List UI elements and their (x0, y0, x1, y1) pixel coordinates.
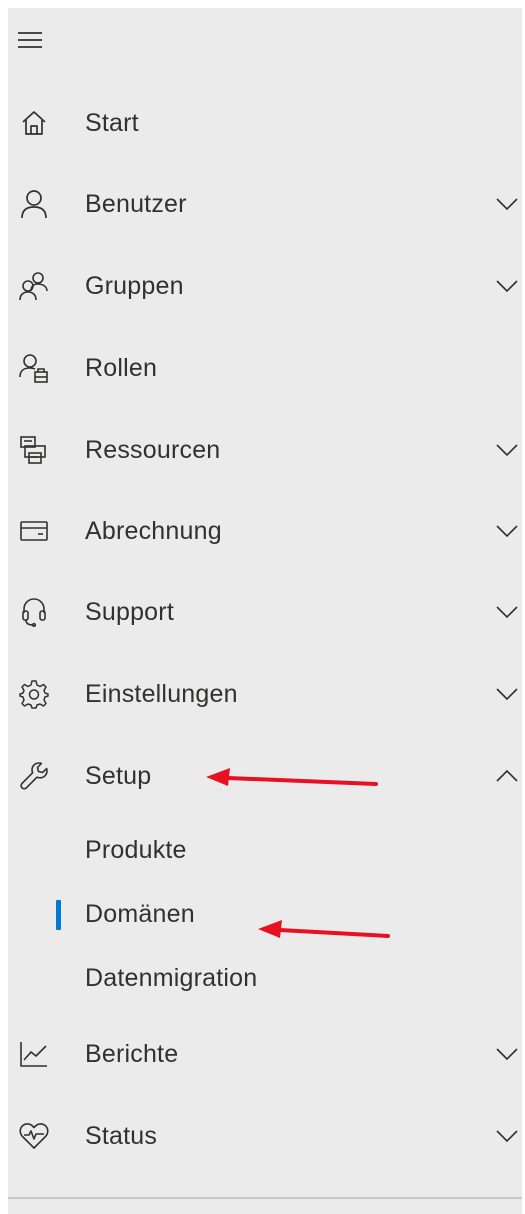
nav-item-label: Abrechnung (85, 516, 222, 545)
nav-item-label: Berichte (85, 1039, 179, 1068)
chevron-up-icon[interactable] (494, 763, 520, 789)
navigation-pane: Start Benutzer Gruppen Rollen Ressourcen… (8, 8, 522, 1214)
people-group-icon (18, 270, 50, 302)
chevron-down-icon[interactable] (494, 437, 520, 463)
chevron-down-icon[interactable] (494, 1041, 520, 1067)
subnav-item-label: Datenmigration (85, 964, 258, 992)
nav-item-ressourcen[interactable]: Ressourcen (8, 417, 522, 483)
nav-item-label: Status (85, 1121, 158, 1150)
nav-item-einstellungen[interactable]: Einstellungen (8, 661, 522, 727)
nav-item-berichte[interactable]: Berichte (8, 1021, 522, 1087)
chevron-down-icon[interactable] (494, 1123, 520, 1149)
chevron-down-icon[interactable] (494, 518, 520, 544)
nav-item-label: Einstellungen (85, 679, 238, 708)
hamburger-menu-button[interactable] (10, 22, 50, 58)
nav-item-label: Benutzer (85, 189, 187, 218)
nav-item-status[interactable]: Status (8, 1103, 522, 1169)
line-chart-icon (18, 1038, 50, 1070)
nav-item-label: Gruppen (85, 271, 184, 300)
selected-indicator (56, 900, 61, 930)
wrench-icon (18, 760, 50, 792)
subnav-item-label: Domänen (85, 900, 195, 928)
person-icon (18, 188, 50, 220)
chevron-down-icon[interactable] (494, 681, 520, 707)
subnav-item-label: Produkte (85, 836, 187, 864)
bottom-divider (8, 1197, 522, 1199)
annotation-arrow-setup (206, 768, 378, 786)
headset-icon (18, 596, 50, 628)
printer-resources-icon (18, 434, 50, 466)
annotation-arrow-domaenen (258, 920, 390, 938)
nav-item-abrechnung[interactable]: Abrechnung (8, 498, 522, 564)
home-icon (18, 107, 50, 139)
nav-item-rollen[interactable]: Rollen (8, 335, 522, 401)
nav-item-benutzer[interactable]: Benutzer (8, 171, 522, 237)
nav-item-label: Ressourcen (85, 435, 221, 464)
nav-item-label: Start (85, 108, 139, 137)
nav-item-support[interactable]: Support (8, 579, 522, 645)
subnav-item-datenmigration[interactable]: Datenmigration (8, 950, 522, 1010)
chevron-down-icon[interactable] (494, 191, 520, 217)
chevron-down-icon[interactable] (494, 273, 520, 299)
subnav-item-produkte[interactable]: Produkte (8, 822, 522, 882)
nav-item-label: Setup (85, 761, 152, 790)
gear-icon (18, 678, 50, 710)
nav-item-start[interactable]: Start (8, 90, 522, 156)
chevron-down-icon[interactable] (494, 599, 520, 625)
hamburger-menu-icon (17, 30, 43, 50)
nav-item-label: Rollen (85, 353, 158, 382)
person-role-icon (18, 352, 50, 384)
heart-pulse-icon (18, 1120, 50, 1152)
nav-item-label: Support (85, 597, 174, 626)
nav-item-gruppen[interactable]: Gruppen (8, 253, 522, 319)
credit-card-icon (18, 515, 50, 547)
